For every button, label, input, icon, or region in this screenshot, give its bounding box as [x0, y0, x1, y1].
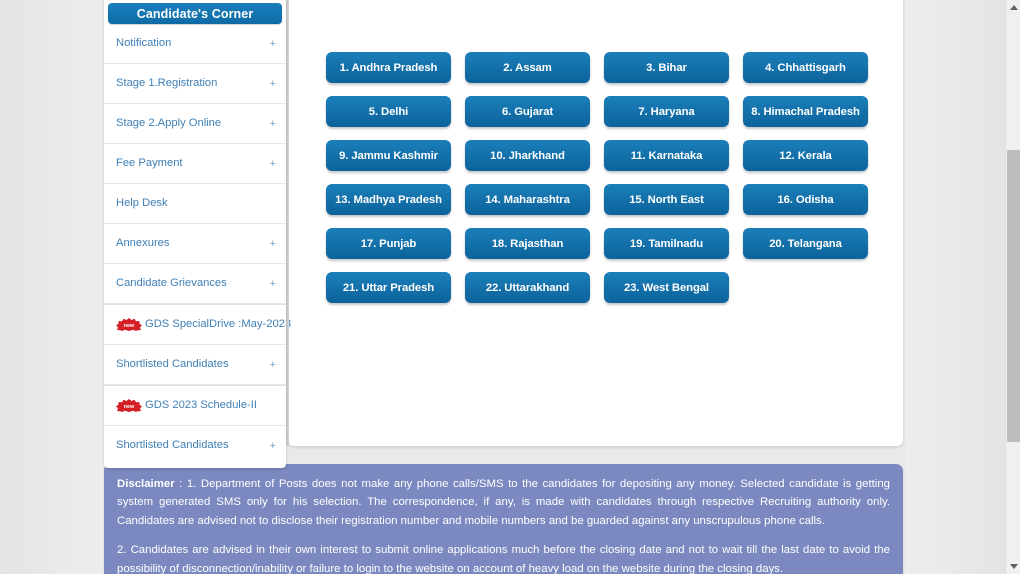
sidebar-item[interactable]: Stage 1.Registration +: [104, 64, 286, 104]
disclaimer-paragraph-2: 2. Candidates are advised in their own i…: [117, 541, 890, 574]
state-button[interactable]: 14. Maharashtra: [465, 184, 590, 215]
sidebar-item-expander-icon[interactable]: +: [270, 118, 276, 130]
state-button[interactable]: 5. Delhi: [326, 96, 451, 127]
state-button[interactable]: 10. Jharkhand: [465, 140, 590, 171]
sidebar-item-label: Shortlisted Candidates: [116, 439, 229, 452]
state-selection-panel: 1. Andhra Pradesh 2. Assam 3. Bihar 4. Chha…: [288, 0, 903, 446]
sidebar-item[interactable]: new GDS SpecialDrive :May-2023: [104, 305, 291, 345]
state-button[interactable]: 6. Gujarat: [465, 96, 590, 127]
sidebar-item-text: GDS 2023 Schedule-II: [145, 398, 257, 411]
sidebar-item[interactable]: Shortlisted Candidates +: [104, 345, 286, 385]
page-scrollbar[interactable]: [1005, 0, 1020, 574]
new-badge-icon: new: [116, 399, 142, 412]
disclaimer-separator: :: [174, 478, 187, 490]
state-button[interactable]: 4. Chhattisgarh: [743, 52, 868, 83]
sidebar-item-expander-icon[interactable]: +: [270, 38, 276, 50]
state-button[interactable]: 9. Jammu Kashmir: [326, 140, 451, 171]
sidebar-item[interactable]: Fee Payment +: [104, 144, 286, 184]
sidebar-item-label: Annexures: [116, 236, 170, 249]
disclaimer-box: Disclaimer : 1. Department of Posts does…: [104, 464, 903, 574]
scrollbar-thumb[interactable]: [1007, 150, 1020, 442]
sidebar-item-label: Shortlisted Candidates: [116, 357, 229, 370]
state-button[interactable]: 7. Haryana: [604, 96, 729, 127]
disclaimer-text-1: 1. Department of Posts does not make any…: [117, 478, 890, 527]
sidebar-item[interactable]: new GDS 2023 Schedule-II: [104, 386, 286, 426]
sidebar-item-label: Notification: [116, 36, 172, 49]
state-buttons-grid: 1. Andhra Pradesh 2. Assam 3. Bihar 4. Chha…: [326, 52, 871, 303]
sidebar-item-label: Fee Payment: [116, 156, 183, 169]
state-button[interactable]: 17. Punjab: [326, 228, 451, 259]
sidebar-item[interactable]: Candidate Grievances +: [104, 264, 286, 304]
state-button[interactable]: 19. Tamilnadu: [604, 228, 729, 259]
sidebar-item-expander-icon[interactable]: +: [270, 78, 276, 90]
state-button[interactable]: 8. Himachal Pradesh: [743, 96, 868, 127]
sidebar-item-expander-icon[interactable]: +: [270, 158, 276, 170]
sidebar-item-label: new GDS SpecialDrive :May-2023: [116, 318, 291, 331]
state-button[interactable]: 21. Uttar Pradesh: [326, 272, 451, 303]
svg-text:new: new: [124, 323, 135, 329]
state-button[interactable]: 23. West Bengal: [604, 272, 729, 303]
sidebar-item[interactable]: Shortlisted Candidates +: [104, 426, 286, 466]
sidebar-item-expander-icon[interactable]: +: [270, 440, 276, 452]
state-button[interactable]: 20. Telangana: [743, 228, 868, 259]
candidates-corner-header: Candidate's Corner: [108, 3, 282, 24]
scroll-down-arrow-icon[interactable]: [1006, 559, 1020, 574]
candidates-corner-sidebar: Candidate's Corner Notification + Stage 1.…: [104, 0, 291, 468]
sidebar-item-list: Notification + Stage 1.Registration + Stage …: [104, 24, 291, 466]
disclaimer-title: Disclaimer: [117, 478, 175, 490]
sidebar-item-expander-icon[interactable]: +: [270, 238, 276, 250]
sidebar-item[interactable]: Help Desk: [104, 184, 286, 224]
sidebar-item-label: Candidate Grievances: [116, 276, 227, 289]
sidebar-item-expander-icon[interactable]: +: [270, 278, 276, 290]
sidebar-item-label: new GDS 2023 Schedule-II: [116, 399, 276, 412]
state-button[interactable]: 2. Assam: [465, 52, 590, 83]
state-button[interactable]: 18. Rajasthan: [465, 228, 590, 259]
state-button[interactable]: 11. Karnataka: [604, 140, 729, 171]
state-button[interactable]: 13. Madhya Pradesh: [326, 184, 451, 215]
sidebar-item[interactable]: Annexures +: [104, 224, 286, 264]
sidebar-item[interactable]: Notification +: [104, 24, 286, 64]
scroll-up-arrow-icon[interactable]: [1006, 0, 1020, 15]
state-button[interactable]: 1. Andhra Pradesh: [326, 52, 451, 83]
svg-text:new: new: [124, 404, 135, 410]
state-button[interactable]: 22. Uttarakhand: [465, 272, 590, 303]
disclaimer-text-2: 2. Candidates are advised in their own i…: [117, 544, 890, 574]
sidebar-item-label: Help Desk: [116, 196, 168, 209]
sidebar-item-label: Stage 1.Registration: [116, 76, 218, 89]
sidebar-item-text: GDS SpecialDrive :May-2023: [145, 317, 292, 330]
sidebar-edge-divider: [286, 0, 289, 446]
sidebar-item[interactable]: Stage 2.Apply Online +: [104, 104, 286, 144]
page-scroll-area: Candidate's Corner Notification + Stage 1.…: [0, 0, 1005, 574]
state-button[interactable]: 15. North East: [604, 184, 729, 215]
sidebar-item-expander-icon[interactable]: +: [270, 359, 276, 371]
new-badge-icon: new: [116, 318, 142, 331]
state-button[interactable]: 16. Odisha: [743, 184, 868, 215]
disclaimer-paragraph-1: Disclaimer : 1. Department of Posts does…: [117, 475, 890, 530]
sidebar-item-label: Stage 2.Apply Online: [116, 116, 222, 129]
state-button[interactable]: 3. Bihar: [604, 52, 729, 83]
state-button[interactable]: 12. Kerala: [743, 140, 868, 171]
